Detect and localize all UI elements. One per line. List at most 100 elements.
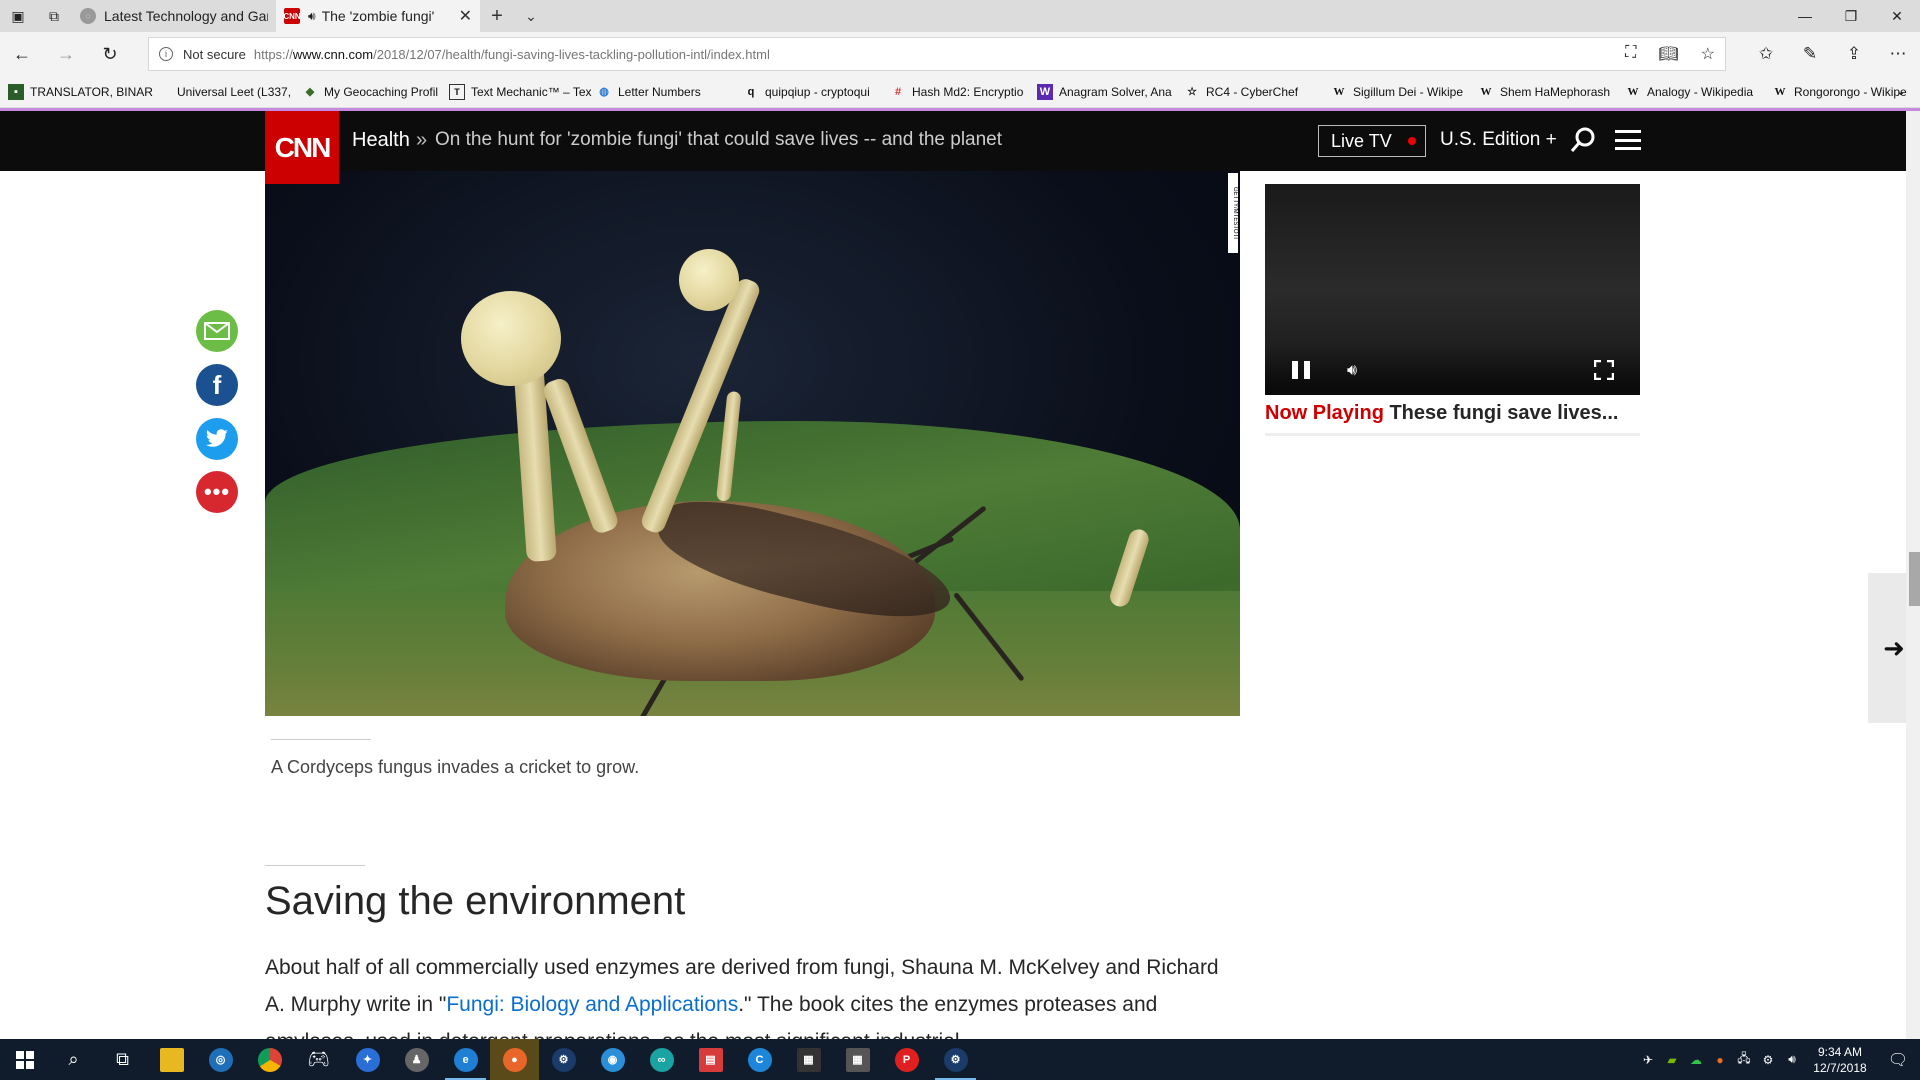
- search-icon[interactable]: ⌕: [49, 1039, 98, 1080]
- volume-icon[interactable]: 🔊︎: [1347, 362, 1357, 380]
- image-credit: GETTY/MTESTOTI: [1228, 173, 1238, 253]
- fungus-cap: [461, 291, 561, 386]
- steam-icon[interactable]: ⚙: [931, 1039, 980, 1080]
- headset-app-icon[interactable]: ◎: [196, 1039, 245, 1080]
- favorite-item[interactable]: ◍ Letter Numbers: [596, 84, 743, 100]
- breadcrumb-separator: »: [416, 129, 428, 151]
- more-menu-icon[interactable]: ⋯: [1876, 44, 1920, 64]
- favorite-label: Universal Leet (L337,: [177, 84, 292, 99]
- tab-preview-icon[interactable]: ⧉: [36, 0, 72, 32]
- edition-selector[interactable]: U.S. Edition +: [1440, 129, 1557, 151]
- network-icon[interactable]: 🖧︎: [1732, 1049, 1756, 1070]
- notes-pen-icon[interactable]: ✎: [1788, 44, 1832, 64]
- system-tray: ✈ ▰ ☁ ● 🖧︎ ⚙ 🔊︎ 9:34 AM 12/7/2018 🗨︎: [1636, 1039, 1920, 1080]
- favorites-hub-icon[interactable]: ✩: [1744, 44, 1788, 64]
- slides-icon[interactable]: ▤: [686, 1039, 735, 1080]
- favorite-label: RC4 - CyberChef: [1206, 84, 1299, 99]
- game-controller-icon[interactable]: 🎮︎: [294, 1039, 343, 1080]
- article-paragraph: About half of all commercially used enzy…: [265, 949, 1240, 1039]
- tab-bar: ▣ ⧉ ◌ Latest Technology and Gam CNN 🔊︎ T…: [0, 0, 1920, 32]
- file-explorer-icon[interactable]: [147, 1039, 196, 1080]
- close-tab-icon[interactable]: ✕: [459, 6, 472, 26]
- facebook-share-button[interactable]: f: [196, 364, 238, 406]
- share-icon[interactable]: ⇪: [1832, 44, 1876, 64]
- nvidia-icon[interactable]: ▰: [1660, 1053, 1684, 1067]
- steam-tray-icon[interactable]: ⚙: [1756, 1053, 1780, 1067]
- now-playing[interactable]: Now Playing These fungi save lives...: [1265, 402, 1618, 425]
- notification-icon[interactable]: 🗨︎: [1876, 1050, 1920, 1070]
- firefox-icon[interactable]: ●: [490, 1039, 539, 1080]
- speaker-icon[interactable]: 🔊︎: [308, 9, 316, 24]
- email-share-button[interactable]: [196, 310, 238, 352]
- q-icon: q: [747, 85, 755, 98]
- image-caption: A Cordyceps fungus invades a cricket to …: [271, 757, 640, 777]
- live-tv-button[interactable]: Live TV: [1318, 125, 1426, 157]
- minimize-icon[interactable]: —: [1782, 0, 1828, 32]
- favorite-item[interactable]: ☆ RC4 - CyberChef: [1184, 84, 1331, 100]
- favorite-item[interactable]: W Shem HaMephorash: [1478, 84, 1625, 100]
- favorite-item[interactable]: W Anagram Solver, Ana: [1037, 83, 1184, 100]
- geocache-icon: ◆: [305, 86, 315, 98]
- favorite-item[interactable]: # Hash Md2: Encryptio: [890, 84, 1037, 100]
- scroll-thumb[interactable]: [1909, 552, 1920, 606]
- refresh-icon[interactable]: ↻: [88, 32, 132, 76]
- visual-studio-icon[interactable]: ✦: [343, 1039, 392, 1080]
- calculator-icon[interactable]: ▦: [784, 1039, 833, 1080]
- edge-icon[interactable]: e: [441, 1039, 490, 1080]
- arduino-icon[interactable]: ∞: [637, 1039, 686, 1080]
- close-window-icon[interactable]: ✕: [1874, 0, 1920, 32]
- forward-icon[interactable]: →: [44, 32, 88, 76]
- task-view-icon[interactable]: ⧉: [98, 1039, 147, 1080]
- tab-zombie-fungi[interactable]: CNN 🔊︎ The 'zombie fungi' ✕: [276, 0, 480, 32]
- calculator-icon[interactable]: ▦: [833, 1039, 882, 1080]
- url-prefix: https://: [253, 46, 293, 62]
- restore-icon[interactable]: ❐: [1828, 0, 1874, 32]
- tor-icon[interactable]: ♟: [392, 1039, 441, 1080]
- cloud-icon[interactable]: ☁: [1684, 1053, 1708, 1067]
- navigation-bar: ← → ↻ i Not secure https://www.cnn.com/2…: [0, 32, 1920, 76]
- tab-latest-technology[interactable]: ◌ Latest Technology and Gam: [72, 0, 276, 32]
- address-bar[interactable]: i Not secure https://www.cnn.com/2018/12…: [148, 37, 1726, 71]
- ccleaner-icon[interactable]: C: [735, 1039, 784, 1080]
- twitter-share-button[interactable]: [196, 418, 238, 460]
- section-divider: [265, 865, 365, 866]
- section-link[interactable]: Health: [352, 129, 410, 152]
- header-headline: On the hunt for 'zombie fungi' that coul…: [435, 129, 1003, 150]
- more-share-button[interactable]: •••: [196, 471, 238, 513]
- scrollbar[interactable]: [1906, 111, 1920, 1039]
- windows-start-icon[interactable]: [0, 1039, 49, 1080]
- search-icon[interactable]: [1570, 127, 1596, 153]
- fullscreen-icon[interactable]: [1594, 360, 1614, 380]
- pause-icon[interactable]: [1292, 361, 1310, 379]
- volume-icon[interactable]: 🔊︎: [1780, 1052, 1804, 1067]
- tab-sets-aside-icon[interactable]: ▣: [0, 0, 36, 32]
- proxy-app-icon[interactable]: P: [882, 1039, 931, 1080]
- wheel-app-icon[interactable]: ◉: [588, 1039, 637, 1080]
- favorite-item[interactable]: q quipqiup - cryptoqui: [743, 84, 890, 100]
- chrome-icon[interactable]: [245, 1039, 294, 1080]
- new-tab-icon[interactable]: +: [480, 0, 514, 32]
- clock[interactable]: 9:34 AM 12/7/2018: [1804, 1044, 1876, 1076]
- chevron-down-icon[interactable]: ⌄: [1896, 84, 1906, 98]
- steam-icon[interactable]: ⚙: [539, 1039, 588, 1080]
- favorite-star-icon[interactable]: ☆: [1701, 44, 1715, 64]
- hamburger-menu-icon[interactable]: [1615, 130, 1641, 150]
- reading-view-icon[interactable]: 📖︎: [1658, 44, 1678, 64]
- favorite-item[interactable]: Universal Leet (L337,: [155, 84, 302, 100]
- chevron-down-icon[interactable]: ⌄: [514, 0, 548, 32]
- caption-divider: [271, 739, 371, 740]
- favorite-item[interactable]: ▪ TRANSLATOR, BINAR: [8, 83, 155, 100]
- back-icon[interactable]: ←: [0, 32, 44, 76]
- cnn-logo[interactable]: CNN: [265, 111, 339, 184]
- video-player[interactable]: 🔊︎: [1265, 184, 1640, 395]
- favorite-item[interactable]: W Sigillum Dei - Wikipe: [1331, 84, 1478, 100]
- book-link[interactable]: Fungi: Biology and Applications: [446, 993, 738, 1016]
- favorite-item[interactable]: W Analogy - Wikipedia: [1625, 84, 1772, 100]
- airplane-icon[interactable]: ✈: [1636, 1053, 1660, 1067]
- favorite-item[interactable]: ◆ My Geocaching Profil: [302, 84, 449, 100]
- extension-icon[interactable]: ⛶: [1625, 44, 1636, 64]
- facebook-icon: f: [212, 369, 222, 400]
- favorite-item[interactable]: T Text Mechanic™ – Tex: [449, 83, 596, 100]
- info-icon[interactable]: i: [159, 47, 173, 61]
- origin-icon[interactable]: ●: [1708, 1053, 1732, 1067]
